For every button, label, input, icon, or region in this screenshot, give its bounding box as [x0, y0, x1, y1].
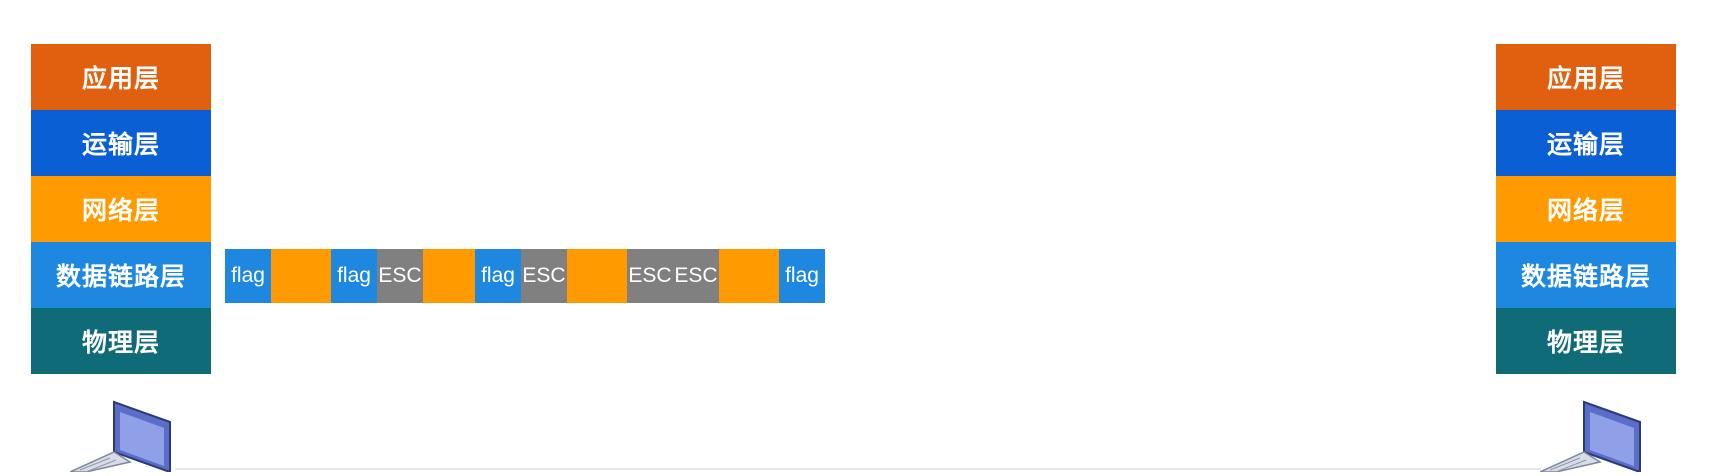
frame-cell-data: [423, 249, 475, 303]
frame-cell-data: [271, 249, 331, 303]
frame-cell-flag-end: flag: [779, 249, 825, 303]
link-line: [175, 468, 1541, 470]
left-layer-application: 应用层: [31, 44, 211, 110]
byte-stuffed-frame: flag flag ESC flag ESC ESC ESC flag: [225, 249, 825, 303]
frame-cell-esc: ESC: [377, 249, 423, 303]
frame-cell-data: [567, 249, 627, 303]
right-protocol-stack: 应用层 运输层 网络层 数据链路层 物理层: [1496, 44, 1676, 374]
left-layer-transport: 运输层: [31, 110, 211, 176]
right-layer-datalink: 数据链路层: [1496, 242, 1676, 308]
left-layer-network: 网络层: [31, 176, 211, 242]
frame-cell-esc: ESC: [627, 249, 673, 303]
left-protocol-stack: 应用层 运输层 网络层 数据链路层 物理层: [31, 44, 211, 374]
left-layer-datalink: 数据链路层: [31, 242, 211, 308]
laptop-icon: [1539, 400, 1650, 476]
right-layer-transport: 运输层: [1496, 110, 1676, 176]
right-layer-application: 应用层: [1496, 44, 1676, 110]
left-layer-physical: 物理层: [31, 308, 211, 374]
frame-cell-flag: flag: [331, 249, 377, 303]
frame-cell-data: [719, 249, 779, 303]
laptop-icon: [69, 400, 180, 476]
right-layer-physical: 物理层: [1496, 308, 1676, 374]
frame-cell-esc: ESC: [673, 249, 719, 303]
frame-cell-flag-start: flag: [225, 249, 271, 303]
frame-cell-flag: flag: [475, 249, 521, 303]
frame-cell-esc: ESC: [521, 249, 567, 303]
right-layer-network: 网络层: [1496, 176, 1676, 242]
